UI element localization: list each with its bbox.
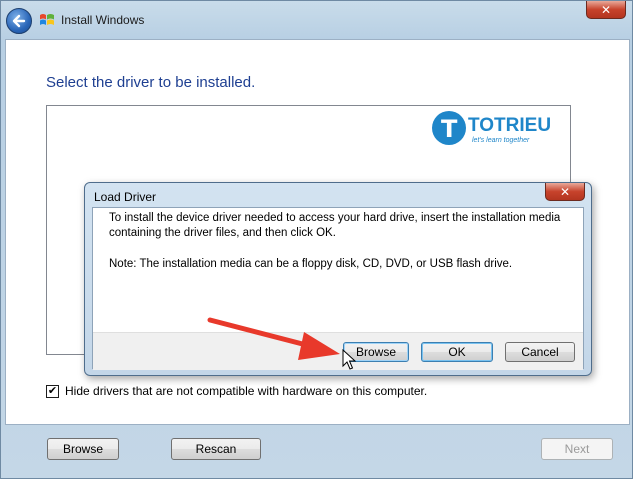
title-bar: Install Windows ✕ <box>1 1 632 39</box>
windows-logo-icon <box>40 14 54 25</box>
watermark-brand: TOTRIEU <box>468 115 552 136</box>
hide-drivers-label[interactable]: Hide drivers that are not compatible wit… <box>65 384 427 398</box>
hide-drivers-checkbox[interactable]: ✔ <box>46 384 59 398</box>
rescan-button[interactable]: Rescan <box>171 438 261 460</box>
dialog-cancel-button[interactable]: Cancel <box>505 342 575 362</box>
browse-button[interactable]: Browse <box>47 438 119 460</box>
watermark-logo-letter: T <box>441 115 458 143</box>
window-close-button[interactable]: ✕ <box>586 1 626 19</box>
checkmark-icon: ✔ <box>47 384 58 397</box>
footer: Browse Rescan Next <box>1 425 632 479</box>
watermark-logo: T <box>432 111 466 145</box>
close-icon: ✕ <box>600 2 612 17</box>
dialog-note: Note: The installation media can be a fl… <box>109 258 513 270</box>
totrieu-watermark: T TOTRIEU let's learn together <box>432 109 562 149</box>
back-button[interactable] <box>6 8 32 34</box>
window-title: Install Windows <box>61 13 145 27</box>
dialog-title: Load Driver <box>94 190 157 204</box>
next-button[interactable]: Next <box>541 438 613 460</box>
mouse-cursor-icon <box>342 349 356 370</box>
dialog-message: To install the device driver needed to a… <box>109 212 561 239</box>
page-heading: Select the driver to be installed. <box>46 74 256 91</box>
dialog-close-button[interactable]: ✕ <box>545 183 585 201</box>
red-arrow-annotation <box>207 317 340 360</box>
back-arrow-icon <box>12 14 26 28</box>
close-icon: ✕ <box>559 184 571 199</box>
hide-drivers-option: ✔ Hide drivers that are not compatible w… <box>46 384 427 398</box>
watermark-slogan: let's learn together <box>472 137 530 144</box>
dialog-ok-button[interactable]: OK <box>421 342 493 362</box>
